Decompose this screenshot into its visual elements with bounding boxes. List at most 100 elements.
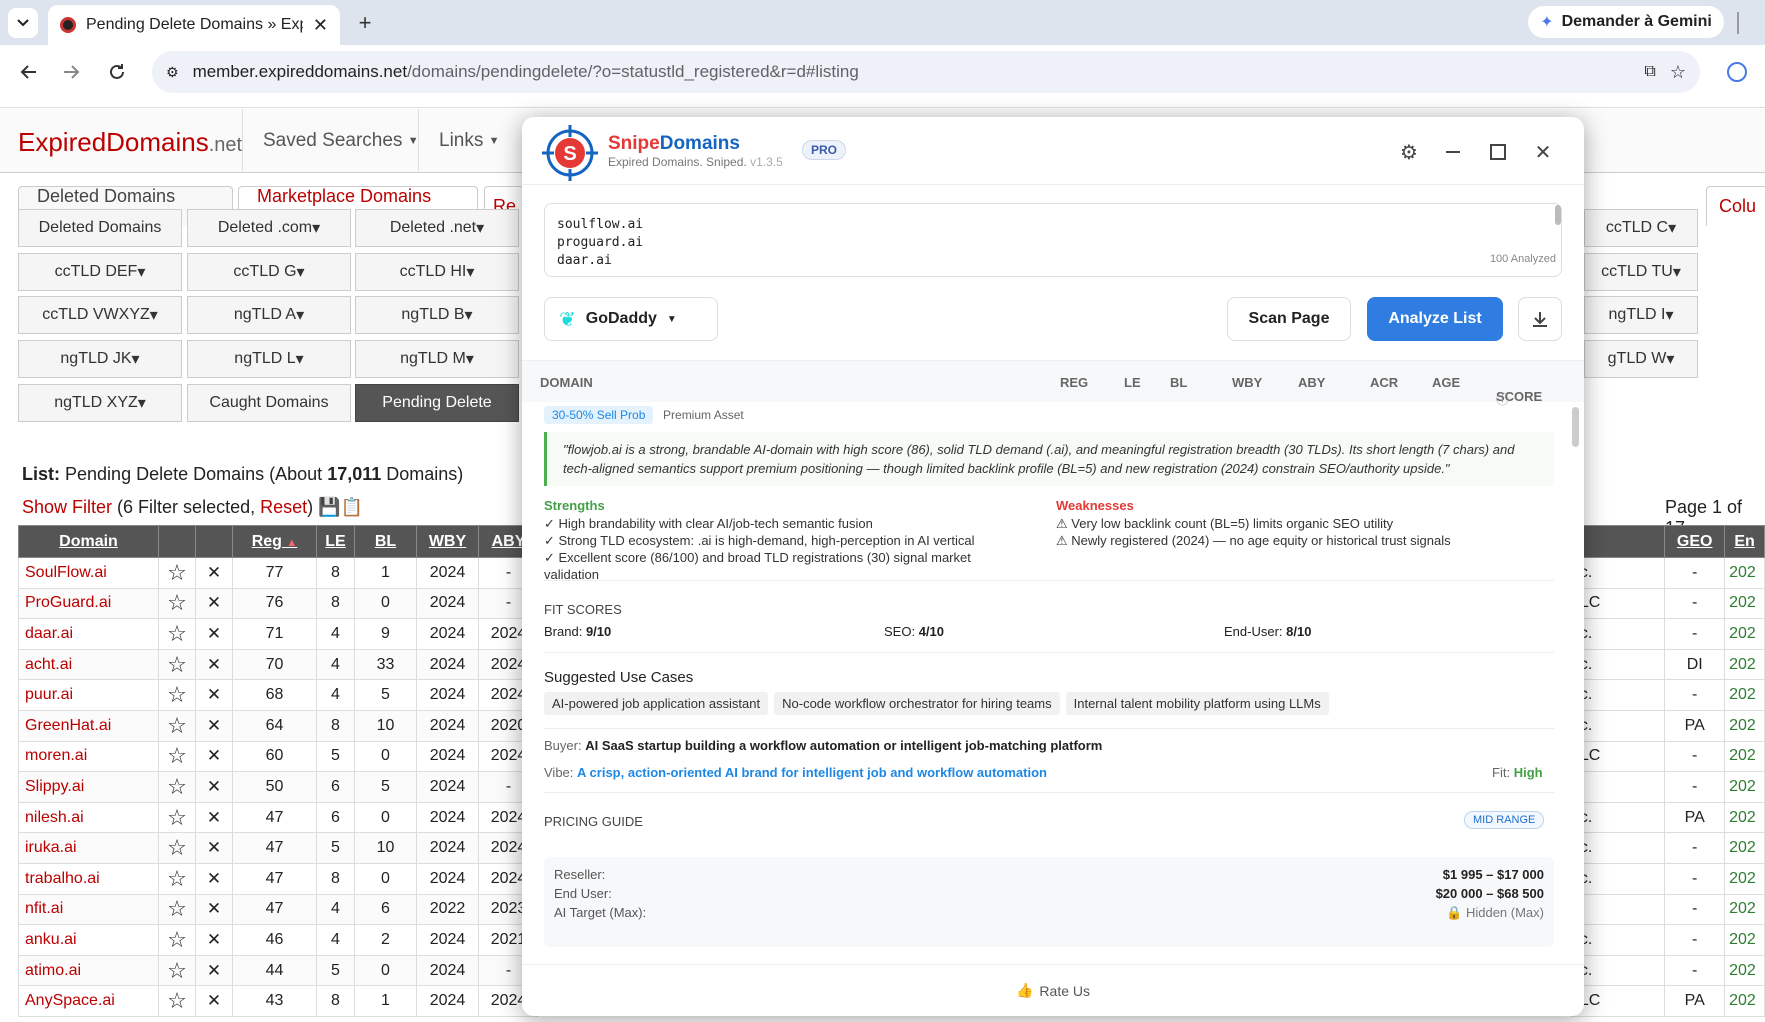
site-info-icon[interactable]: ⚙: [166, 64, 179, 81]
save-icon[interactable]: 💾: [318, 497, 340, 517]
col-bl[interactable]: BL: [1170, 375, 1187, 390]
star-icon[interactable]: ☆: [158, 557, 196, 589]
col-le[interactable]: LE: [316, 525, 355, 558]
forward-button[interactable]: [56, 57, 86, 87]
filter-button[interactable]: ccTLD C ▾: [1584, 209, 1698, 247]
filter-button[interactable]: ngTLD JK ▾: [18, 340, 182, 378]
domain-name-link[interactable]: nfit.ai: [18, 893, 159, 926]
col-reg[interactable]: Reg ▲: [232, 525, 317, 558]
domain-name-link[interactable]: anku.ai: [18, 924, 159, 956]
close-icon[interactable]: ✕: [195, 587, 233, 620]
registrar-select[interactable]: ❦ GoDaddy ▼: [544, 297, 718, 341]
close-tab-icon[interactable]: ✕: [313, 15, 328, 36]
close-icon[interactable]: ✕: [195, 893, 233, 926]
bookmark-star-icon[interactable]: ☆: [1670, 62, 1686, 83]
close-icon[interactable]: ✕: [195, 801, 233, 834]
translate-icon[interactable]: ⧉: [1644, 63, 1655, 81]
clipboard-icon[interactable]: 📋: [341, 497, 363, 517]
close-icon[interactable]: ✕: [195, 709, 233, 742]
tab-columns[interactable]: Colu: [1706, 186, 1765, 226]
domain-name-link[interactable]: nilesh.ai: [18, 801, 159, 834]
star-icon[interactable]: ☆: [158, 985, 196, 1017]
star-icon[interactable]: ☆: [158, 740, 196, 773]
gemini-button[interactable]: ✦ Demander à Gemini: [1528, 6, 1724, 38]
col-aby[interactable]: ABY: [1298, 375, 1325, 390]
filter-button[interactable]: gTLD W ▾: [1584, 340, 1698, 378]
star-icon[interactable]: ☆: [158, 862, 196, 895]
col-domain[interactable]: DOMAIN: [540, 375, 593, 390]
close-icon[interactable]: ✕: [195, 618, 233, 650]
star-icon[interactable]: ☆: [158, 587, 196, 620]
profile-button[interactable]: [1722, 57, 1752, 87]
close-icon[interactable]: ✕: [195, 679, 233, 711]
domain-name-link[interactable]: AnySpace.ai: [18, 985, 159, 1017]
address-bar[interactable]: ⚙ member.expireddomains.net/domains/pend…: [152, 51, 1700, 93]
close-icon[interactable]: ✕: [195, 954, 233, 987]
reload-button[interactable]: [102, 57, 132, 87]
close-icon[interactable]: ✕: [195, 924, 233, 956]
settings-button[interactable]: ⚙: [1394, 137, 1424, 167]
close-icon[interactable]: ✕: [195, 832, 233, 864]
close-button[interactable]: ✕: [1528, 137, 1558, 167]
filter-button[interactable]: ccTLD G ▾: [187, 253, 351, 291]
domain-name-link[interactable]: daar.ai: [18, 618, 159, 650]
filter-button[interactable]: Deleted .com ▾: [187, 209, 351, 247]
browser-tab[interactable]: Pending Delete Domains » Expir ✕: [48, 5, 340, 45]
col-domain[interactable]: Domain: [18, 525, 159, 558]
analyze-list-button[interactable]: Analyze List: [1367, 297, 1503, 341]
filter-button[interactable]: Deleted .net ▾: [355, 209, 519, 247]
site-logo[interactable]: ExpiredDomains.net: [18, 127, 242, 158]
filter-button[interactable]: ccTLD VWXYZ ▾: [18, 296, 182, 334]
back-button[interactable]: [14, 57, 44, 87]
star-icon[interactable]: ☆: [158, 893, 196, 926]
filter-button[interactable]: ngTLD A ▾: [187, 296, 351, 334]
col-reg[interactable]: REG: [1060, 375, 1088, 390]
minimize-button[interactable]: [1438, 137, 1468, 167]
star-icon[interactable]: ☆: [158, 801, 196, 834]
filter-button[interactable]: ngTLD B ▾: [355, 296, 519, 334]
close-icon[interactable]: ✕: [195, 648, 233, 681]
star-icon[interactable]: ☆: [158, 618, 196, 650]
domain-name-link[interactable]: iruka.ai: [18, 832, 159, 864]
star-icon[interactable]: ☆: [158, 709, 196, 742]
close-icon[interactable]: ✕: [195, 985, 233, 1017]
star-icon[interactable]: ☆: [158, 954, 196, 987]
nav-saved-searches[interactable]: Saved Searches ▼: [242, 109, 439, 173]
col-bl[interactable]: BL: [354, 525, 417, 558]
col-registrar[interactable]: [1569, 525, 1666, 558]
domain-name-link[interactable]: moren.ai: [18, 740, 159, 773]
domain-name-link[interactable]: ProGuard.ai: [18, 587, 159, 620]
download-button[interactable]: [1518, 297, 1562, 341]
detail-scrollbar[interactable]: [1572, 407, 1579, 447]
star-icon[interactable]: ☆: [158, 832, 196, 864]
nav-links[interactable]: Links ▼: [418, 109, 520, 173]
col-end[interactable]: En: [1724, 525, 1765, 558]
scan-page-button[interactable]: Scan Page: [1227, 297, 1351, 341]
close-icon[interactable]: ✕: [195, 771, 233, 803]
star-icon[interactable]: ☆: [158, 771, 196, 803]
filter-button[interactable]: ccTLD TU ▾: [1584, 253, 1698, 291]
star-icon[interactable]: ☆: [158, 679, 196, 711]
tab-search-button[interactable]: [8, 8, 38, 38]
close-icon[interactable]: ✕: [195, 740, 233, 773]
show-filter-link[interactable]: Show Filter: [22, 497, 112, 517]
col-acr[interactable]: ACR: [1370, 375, 1398, 390]
filter-button[interactable]: ngTLD L ▾: [187, 340, 351, 378]
filter-button[interactable]: Deleted Domains: [18, 209, 182, 247]
domain-name-link[interactable]: trabalho.ai: [18, 862, 159, 895]
close-icon[interactable]: ✕: [195, 862, 233, 895]
new-tab-button[interactable]: +: [350, 8, 380, 38]
star-icon[interactable]: ☆: [158, 648, 196, 681]
col-age[interactable]: AGE: [1432, 375, 1460, 390]
maximize-button[interactable]: [1483, 137, 1513, 167]
domain-name-link[interactable]: puur.ai: [18, 679, 159, 711]
domain-name-link[interactable]: atimo.ai: [18, 954, 159, 987]
reset-link[interactable]: Reset: [260, 497, 307, 517]
filter-button[interactable]: ccTLD DEF ▾: [18, 253, 182, 291]
col-wby[interactable]: WBY: [1232, 375, 1262, 390]
star-icon[interactable]: ☆: [158, 924, 196, 956]
domain-name-link[interactable]: SoulFlow.ai: [18, 557, 159, 589]
filter-button[interactable]: Pending Delete: [355, 384, 519, 422]
domain-list-textarea[interactable]: soulflow.ai proguard.ai daar.ai: [544, 203, 1562, 277]
col-geo[interactable]: GEO: [1664, 525, 1726, 558]
